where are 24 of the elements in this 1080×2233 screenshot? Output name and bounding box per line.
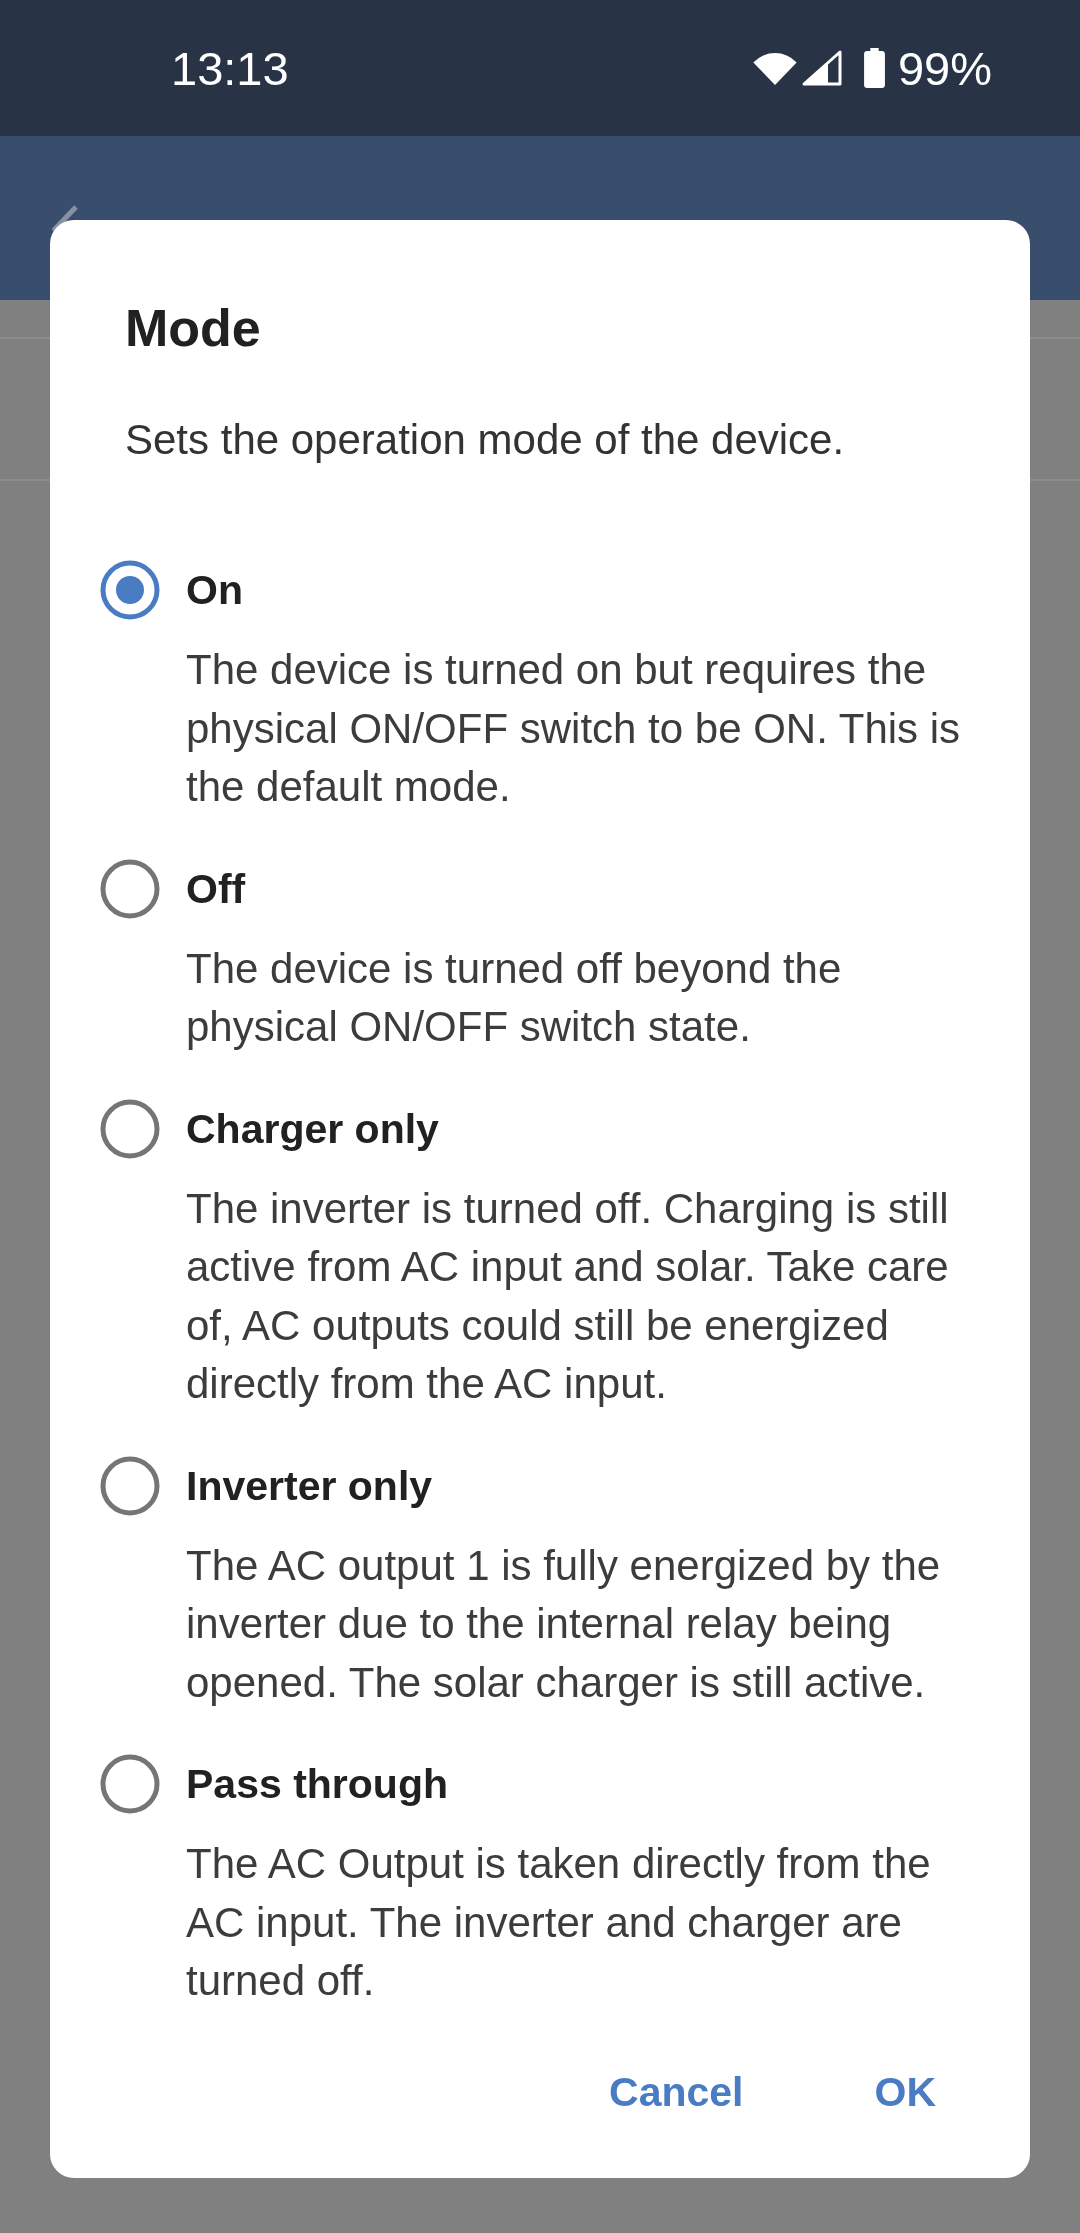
- radio-button[interactable]: [100, 560, 160, 620]
- radio-button[interactable]: [100, 1455, 160, 1516]
- signal-icon: [801, 50, 842, 86]
- option-label[interactable]: Inverter only: [186, 1455, 433, 1516]
- battery-icon: [861, 48, 887, 88]
- dialog-button[interactable]: Cancel: [579, 2050, 774, 2135]
- option-description: The AC Output is taken directly from the AC input. The inverter and charger are turned off.: [186, 1839, 932, 2006]
- wifi-icon: [751, 50, 798, 86]
- dialog-message: Sets the operation mode of the device.: [125, 415, 846, 465]
- status-time: 13:13: [171, 40, 289, 96]
- option-description: The device is turned off beyond the physical ON/OFF switch state.: [186, 943, 843, 1052]
- radio-button[interactable]: [100, 1754, 160, 1814]
- option-label[interactable]: Off: [186, 858, 246, 919]
- option-description: The device is turned on but requires the physical ON/OFF switch to be ON. This is the default mode.: [186, 645, 962, 812]
- option-label[interactable]: Pass through: [186, 1754, 448, 1814]
- radio-button[interactable]: [100, 1098, 160, 1159]
- battery-percent: 99%: [897, 40, 992, 96]
- option-description: The inverter is turned off. Charging is still active from AC input and solar. Take care of, AC outputs could still be energized directly from the AC input.: [186, 1183, 950, 1409]
- dialog-button[interactable]: OK: [844, 2050, 966, 2135]
- radio-button[interactable]: [100, 858, 160, 919]
- option-label[interactable]: On: [186, 560, 243, 620]
- dialog-title: Mode: [125, 298, 262, 359]
- option-description: The AC output 1 is fully energized by the inverter due to the internal relay being opened. The solar charger is still active.: [186, 1540, 942, 1708]
- option-label[interactable]: Charger only: [186, 1098, 439, 1159]
